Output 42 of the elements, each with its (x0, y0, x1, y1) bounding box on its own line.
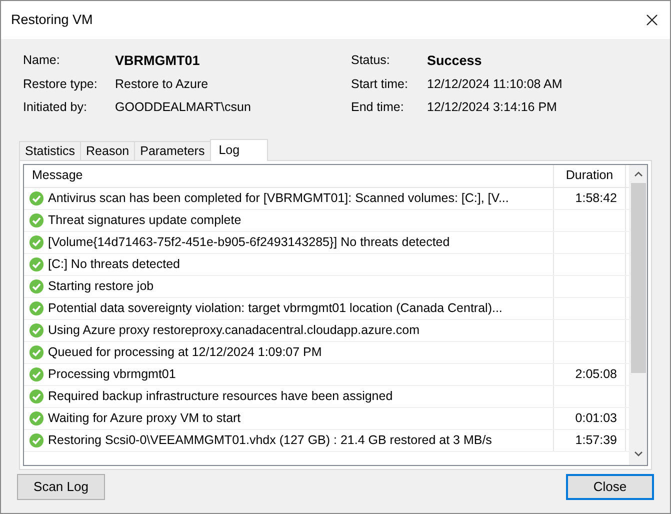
column-header[interactable]: Message (24, 164, 554, 187)
field-label: Name: (23, 52, 61, 69)
field-value: 12/12/2024 3:14:16 PM (427, 99, 558, 116)
tab[interactable]: Parameters (134, 140, 210, 160)
log-duration: 2:05:08 (575, 366, 617, 383)
window-title: Restoring VM (11, 10, 93, 29)
field-value: Success (427, 52, 483, 70)
tab[interactable]: Log (210, 138, 268, 161)
tab[interactable]: Reason (80, 140, 134, 160)
log-message: Waiting for Azure proxy VM to start (48, 410, 241, 427)
field-value: 12/12/2024 11:10:08 AM (427, 76, 564, 94)
log-message: Potential data sovereignty violation: target vbrmgmt01 location (Canada Central)... (48, 300, 502, 317)
scroll-thumb[interactable] (630, 182, 646, 373)
field-value: Restore to Azure (115, 76, 210, 94)
field-value: GOODDEALMART\csun (115, 99, 252, 116)
scroll-up-icon[interactable] (634, 170, 642, 177)
log-duration: 0:01:03 (575, 410, 617, 427)
log-message: Antivirus scan has been completed for [VBRMGMT01]: Scanned volumes: [C:], [V... (48, 190, 509, 207)
tab[interactable]: Statistics (19, 140, 80, 160)
dialog-button[interactable]: Scan Log (17, 474, 105, 500)
log-message: Using Azure proxy restoreproxy.canadacentral.cloudapp.azure.com (48, 322, 420, 339)
log-message: [Volume{14d71463-75f2-451e-b905-6f2493143285}] No threats detected (48, 234, 450, 251)
scroll-down-icon[interactable] (634, 450, 642, 457)
log-message: Processing vbrmgmt01 (48, 366, 176, 383)
field-label: Status: (351, 52, 391, 69)
log-message: Threat signatures update complete (48, 212, 242, 229)
dialog-button[interactable]: Close (566, 474, 654, 500)
log-message: Restoring Scsi0-0\VEEAMMGMT01.vhdx (127 GB) : 21.4 GB restored at 3 MB/s (48, 432, 492, 449)
scrollbar[interactable] (629, 164, 647, 465)
log-message: [C:] No threats detected (48, 256, 180, 273)
field-label: Initiated by: (23, 99, 88, 116)
column-header[interactable]: Duration (554, 164, 626, 187)
field-label: Restore type: (23, 76, 98, 94)
log-duration: 1:57:39 (575, 432, 617, 449)
log-duration: 1:58:42 (575, 190, 617, 207)
field-label: End time: (351, 99, 405, 116)
log-message: Queued for processing at 12/12/2024 1:09:07 PM (48, 344, 322, 361)
field-value: VBRMGMT01 (115, 52, 201, 70)
field-label: Start time: (351, 76, 409, 94)
log-message: Required backup infrastructure resources have been assigned (48, 388, 393, 405)
log-message: Starting restore job (48, 278, 154, 295)
close-icon[interactable] (646, 14, 658, 26)
